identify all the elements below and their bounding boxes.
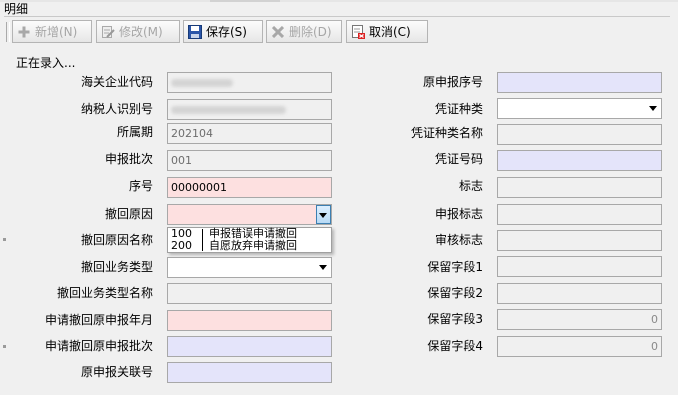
original-seq-field[interactable] [497,72,662,93]
plus-icon [17,25,31,39]
label-voucher-type-name: 凭证种类名称 [410,126,483,140]
label-withdraw-reason-name: 撤回原因名称 [80,233,153,247]
batch-field[interactable]: 001 [167,150,332,171]
cancel-button[interactable]: 取消(C) [346,20,428,43]
label-withdraw-business-type: 撤回业务类型 [80,260,153,274]
label-taxpayer-id: 纳税人识别号 [80,102,153,116]
add-button[interactable]: 新增(N) [12,20,92,43]
label-declare-flag: 申报标志 [434,207,483,221]
withdraw-reason-dropdown-list: 100 申报错误申请撤回 200 自愿放弃申请撤回 [167,227,332,253]
toolbar-grip [6,22,10,42]
withdraw-business-type-name-field[interactable] [167,283,332,304]
edit-button[interactable]: 修改(M) [96,20,180,43]
voucher-no-field[interactable] [497,150,662,171]
label-original-seq: 原申报序号 [422,75,483,89]
flag-field[interactable] [497,177,662,198]
withdraw-reason-select[interactable] [167,204,332,225]
voucher-type-name-field[interactable] [497,124,662,145]
period-field[interactable]: 202104 [167,123,332,144]
taxpayer-id-field[interactable] [167,99,332,120]
redacted-value [171,79,233,87]
label-reserved-3: 保留字段3 [427,312,483,326]
edit-icon [101,25,115,39]
label-withdraw-reason: 撤回原因 [104,207,153,221]
status-text: 正在录入... [16,56,76,70]
delete-button-label: 删除(D) [289,25,332,39]
label-original-period: 申请撤回原申报年月 [44,313,153,327]
cancel-document-icon [351,24,365,39]
reserved-2-field[interactable] [497,283,662,304]
label-voucher-no: 凭证号码 [434,152,483,166]
dropdown-option[interactable]: 200 自愿放弃申请撤回 [171,240,297,252]
original-period-field[interactable] [167,310,332,331]
splitter-marker [3,345,6,348]
withdraw-business-type-select[interactable] [167,257,332,278]
x-icon [271,25,285,39]
section-title: 明细 [4,2,670,17]
label-customs-code: 海关企业代码 [80,75,153,89]
label-reserved-1: 保留字段1 [427,260,483,274]
voucher-type-select[interactable] [497,98,662,119]
delete-button[interactable]: 删除(D) [266,20,342,43]
label-audit-flag: 审核标志 [434,233,483,247]
label-original-link-no: 原申报关联号 [80,365,153,379]
label-original-batch: 申请撤回原申报批次 [44,339,153,353]
original-link-no-field[interactable] [167,362,332,383]
label-batch: 申报批次 [104,152,153,166]
audit-flag-field[interactable] [497,230,662,251]
reserved-3-field[interactable]: 0 [497,309,662,330]
redacted-value [171,106,286,114]
declare-flag-field[interactable] [497,204,662,225]
original-batch-field[interactable] [167,336,332,357]
save-button[interactable]: 保存(S) [183,20,263,43]
save-button-label: 保存(S) [206,25,247,39]
seq-field[interactable]: 00000001 [167,177,332,198]
splitter-marker [3,238,6,241]
label-flag: 标志 [458,179,483,193]
chevron-down-icon [319,265,327,270]
edit-button-label: 修改(M) [119,25,163,39]
add-button-label: 新增(N) [35,25,78,39]
label-withdraw-business-type-name: 撤回业务类型名称 [56,286,153,300]
label-reserved-4: 保留字段4 [427,339,483,353]
floppy-disk-icon [188,24,202,39]
label-voucher-type: 凭证种类 [434,102,483,116]
chevron-down-icon [319,213,327,218]
reserved-4-field[interactable]: 0 [497,336,662,357]
withdraw-reason-dropdown-button[interactable] [316,205,331,224]
reserved-1-field[interactable] [497,256,662,277]
label-period: 所属期 [116,125,153,139]
chevron-down-icon [649,106,657,111]
label-seq: 序号 [128,179,153,193]
customs-code-field[interactable] [167,72,332,93]
label-reserved-2: 保留字段2 [427,286,483,300]
cancel-button-label: 取消(C) [369,25,411,39]
